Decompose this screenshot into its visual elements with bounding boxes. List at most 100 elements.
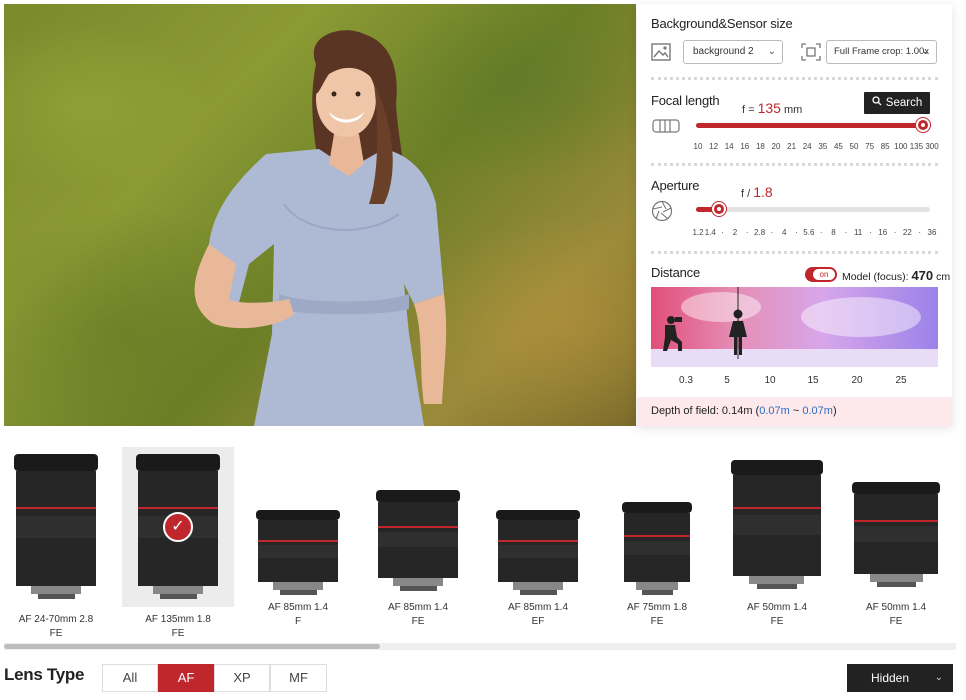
dof-separator: ~: [789, 405, 803, 417]
aperture-prefix: f /: [741, 188, 754, 200]
sensor-size-select[interactable]: Full Frame crop: 1.00x ⌄: [826, 40, 937, 64]
tick-label: ·: [721, 228, 724, 237]
focal-length-slider[interactable]: [696, 118, 930, 132]
sensor-crop-icon: [801, 43, 821, 66]
tick-label: ·: [869, 228, 872, 237]
distance-title: Distance: [651, 265, 700, 280]
filter-all[interactable]: All: [102, 664, 158, 692]
distance-tick-label: 10: [764, 375, 776, 386]
distance-tick-label: 15: [807, 375, 819, 386]
lens-card[interactable]: AF 75mm 1.8 FE: [601, 440, 713, 650]
selected-check-icon: ✓: [163, 512, 193, 542]
tick-label: 11: [853, 228, 863, 237]
tick-label: ·: [819, 228, 823, 237]
lens-carousel: AF 24-70mm 2.8 FE ✓ AF 135mm 1.8 FE AF 85mm 1…: [0, 440, 966, 650]
distance-tick-label: 25: [895, 375, 907, 386]
lens-image: [496, 510, 580, 595]
tick-label: 20: [771, 142, 781, 151]
depth-of-field-readout: Depth of field: 0.14m (0.07m ~ 0.07m): [637, 397, 952, 426]
search-label: Search: [885, 97, 923, 109]
tick-label: 4: [781, 228, 787, 237]
tick-label: 12: [709, 142, 719, 151]
lens-mount: FE: [889, 616, 903, 627]
lens-card[interactable]: AF 85mm 1.4 F: [242, 440, 354, 650]
model-focus-value: 470: [911, 268, 934, 283]
image-icon: [651, 42, 671, 67]
focal-length-ticks: 10 12 14 16 18 20 21 24 35 45 50 75 85 100 135 300: [692, 142, 939, 152]
focal-length-title: Focal length: [651, 93, 720, 108]
lens-card[interactable]: AF 85mm 1.4 EF: [482, 440, 594, 650]
tick-label: ·: [795, 228, 798, 237]
background-select-value: background 2: [693, 46, 754, 57]
tick-label: ·: [745, 228, 749, 237]
aperture-icon: [651, 200, 673, 227]
filter-xp[interactable]: XP: [214, 664, 270, 692]
tick-label: ·: [918, 228, 922, 237]
tick-label: 18: [755, 142, 765, 151]
tick-label: 75: [865, 142, 875, 151]
preview-photo: [4, 4, 636, 426]
aperture-ticks: 1.2 1.4 · 2 · 2.8 · 4 · 5.6 · 8 · 11 · 16 · 22 · 36: [692, 228, 938, 238]
lens-card[interactable]: ✓ AF 135mm 1.8 FE: [122, 440, 234, 650]
divider: [651, 251, 938, 254]
background-select[interactable]: background 2 ⌄: [683, 40, 783, 64]
tick-label: 16: [878, 228, 888, 237]
tick-label: 1.2: [692, 228, 704, 237]
lens-name: AF 85mm 1.4: [267, 602, 329, 613]
lens-image: [14, 454, 98, 599]
tick-label: 2: [732, 228, 738, 237]
model-focus-label: Model (focus):: [842, 271, 912, 283]
background-sensor-title: Background&Sensor size: [651, 16, 793, 31]
model-figure: [194, 30, 447, 426]
tick-label: 36: [927, 228, 937, 237]
sensor-select-value: Full Frame crop: 1.00x: [834, 46, 930, 57]
filter-af[interactable]: AF: [158, 664, 214, 692]
divider: [651, 163, 938, 166]
distance-scene[interactable]: [651, 287, 938, 367]
visibility-select[interactable]: Hidden ⌄: [847, 664, 953, 692]
distance-tick-label: 20: [851, 375, 863, 386]
search-icon: [872, 96, 882, 106]
lens-image: [622, 502, 692, 595]
search-button[interactable]: Search: [864, 92, 930, 114]
focal-length-slider-handle[interactable]: [915, 118, 930, 132]
carousel-scrollbar-thumb[interactable]: [4, 644, 380, 649]
dof-end: ): [832, 405, 837, 417]
tick-label: 300: [925, 142, 939, 151]
lens-mount: FE: [411, 616, 425, 627]
divider: [651, 77, 938, 80]
distance-ticks: 0.3 5 10 15 20 25: [651, 375, 938, 387]
aperture-title: Aperture: [651, 178, 700, 193]
carousel-scrollbar[interactable]: [4, 643, 956, 650]
tick-label: 24: [802, 142, 812, 151]
lens-image: [731, 460, 823, 589]
chevron-down-icon: ⌄: [934, 672, 943, 683]
tick-label: 2.8: [754, 228, 766, 237]
focal-value: 135: [757, 100, 781, 116]
focal-prefix: f =: [742, 104, 758, 116]
lens-mount: F: [294, 616, 302, 627]
chevron-down-icon: ⌄: [921, 46, 930, 57]
tick-label: 5.6: [803, 228, 815, 237]
model-focus-toggle[interactable]: on: [805, 267, 837, 282]
model-focus-unit: cm: [933, 271, 951, 283]
tick-label: 10: [693, 142, 703, 151]
focal-length-slider-fill: [696, 123, 923, 128]
lens-card[interactable]: AF 85mm 1.4 FE: [362, 440, 474, 650]
lens-image: [256, 510, 340, 595]
lens-card[interactable]: AF 50mm 1.4 FE: [721, 440, 833, 650]
lens-name: AF 85mm 1.4: [507, 602, 569, 613]
filter-mf[interactable]: MF: [270, 664, 327, 692]
visibility-select-value: Hidden: [871, 671, 910, 685]
lens-name: AF 50mm 1.4: [865, 602, 927, 613]
lens-name: AF 24-70mm 2.8: [18, 614, 94, 625]
lens-card[interactable]: AF 50mm 1.4 FE: [840, 440, 952, 650]
lens-card[interactable]: AF 24-70mm 2.8 FE: [0, 440, 112, 650]
aperture-slider[interactable]: [696, 202, 930, 216]
model-focus-readout: Model (focus): 470 cm: [842, 268, 950, 283]
tick-label: 16: [740, 142, 750, 151]
tick-label: 85: [880, 142, 890, 151]
toggle-label: on: [813, 269, 835, 280]
aperture-slider-handle[interactable]: [712, 202, 727, 216]
lens-name: AF 135mm 1.8: [145, 614, 211, 625]
